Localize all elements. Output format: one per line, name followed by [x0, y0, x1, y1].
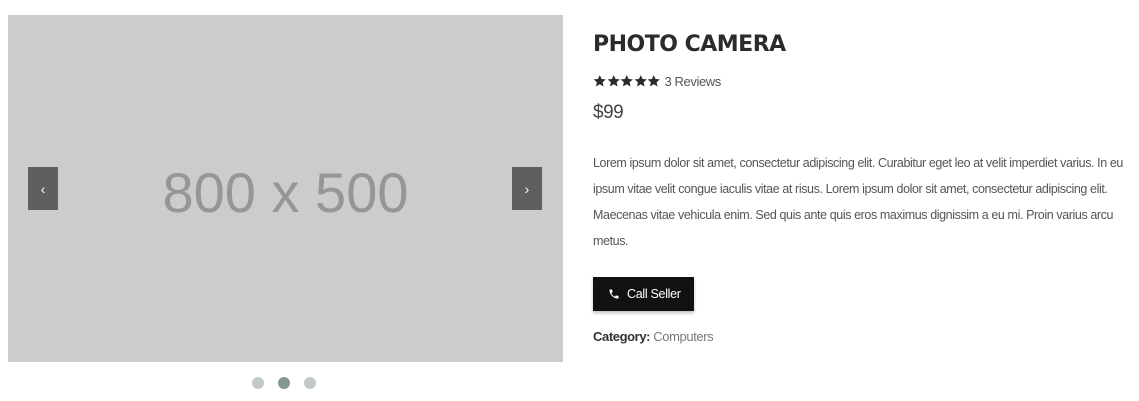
phone-icon: [609, 289, 619, 299]
image-placeholder-text: 800 x 500: [162, 161, 409, 224]
slider-dot-3[interactable]: [304, 377, 316, 389]
product-image-slider: 800 x 500 ‹ ›: [8, 15, 563, 362]
slider-prev-button[interactable]: ‹: [28, 167, 58, 210]
chevron-left-icon: ‹: [40, 180, 46, 197]
slider-pagination: [252, 377, 316, 389]
product-details: PHOTO CAMERA 3 Reviews $99 Lorem ipsum d…: [593, 30, 1133, 344]
slider-dot-1[interactable]: [252, 377, 264, 389]
product-rating: 3 Reviews: [593, 72, 1133, 90]
category-label: Category:: [593, 329, 651, 344]
star-icon: [647, 75, 660, 87]
product-description: Lorem ipsum dolor sit amet, consectetur …: [593, 156, 1123, 248]
product-category: Category: Computers: [593, 329, 1133, 344]
star-icon: [593, 75, 606, 87]
chevron-right-icon: ›: [524, 180, 530, 197]
slider-dot-2[interactable]: [278, 377, 290, 389]
call-seller-label: Call Seller: [627, 287, 681, 301]
star-icon: [607, 75, 620, 87]
reviews-count-link[interactable]: 3 Reviews: [665, 74, 722, 89]
rating-stars: [593, 74, 661, 88]
star-icon: [634, 75, 647, 87]
category-link[interactable]: Computers: [653, 329, 713, 344]
product-title: PHOTO CAMERA: [593, 32, 786, 57]
call-seller-button[interactable]: Call Seller: [593, 277, 694, 311]
star-icon: [620, 75, 633, 87]
slider-next-button[interactable]: ›: [512, 167, 542, 210]
product-price: $99: [593, 102, 624, 123]
